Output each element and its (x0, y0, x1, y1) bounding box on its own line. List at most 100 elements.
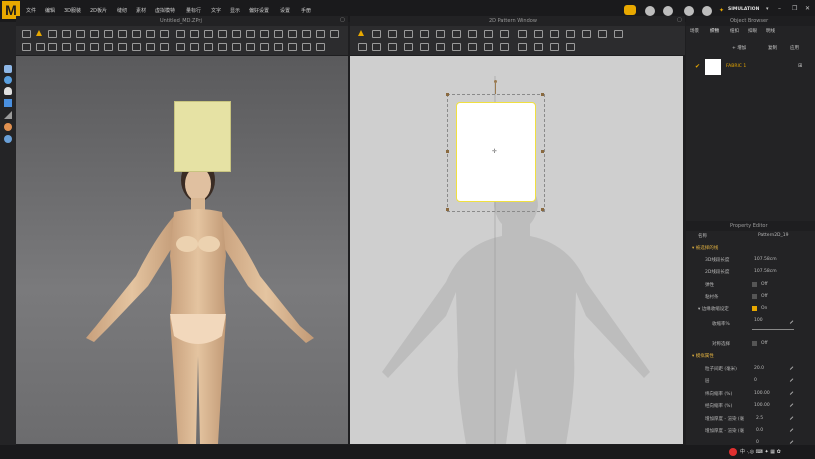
segment-sew-icon[interactable] (518, 30, 527, 38)
fold-2d-icon[interactable] (388, 43, 397, 51)
measure-icon[interactable] (246, 30, 255, 38)
freeze-icon[interactable] (204, 43, 213, 51)
garment-icon[interactable] (4, 65, 12, 73)
shrink-icon[interactable] (160, 43, 169, 51)
menu-edit[interactable]: 编辑 (45, 7, 55, 14)
zip-icon[interactable] (232, 30, 241, 38)
fold-arrange-icon[interactable] (104, 43, 113, 51)
graphic-icon[interactable] (614, 30, 623, 38)
trim-icon[interactable] (316, 43, 325, 51)
prop-edge-shrink-label[interactable]: ▾ 边缘收缩设定 (698, 306, 729, 312)
sync-icon[interactable] (4, 76, 12, 84)
edit-pen-icon[interactable] (789, 428, 797, 435)
edit-point-icon[interactable] (372, 30, 381, 38)
annotation-icon[interactable] (550, 43, 559, 51)
prop-thickness-value[interactable]: 2.5 (756, 416, 763, 421)
tab-button[interactable]: 纽扣 (730, 28, 739, 34)
tab-fabric[interactable]: 织物 (710, 28, 719, 34)
zipper-2d-icon[interactable] (452, 43, 461, 51)
fabric-options-icon[interactable]: ⊞ (798, 63, 802, 69)
edit-pen-icon[interactable] (789, 403, 797, 410)
add-point-icon[interactable] (404, 30, 413, 38)
edit-pen-icon[interactable] (789, 416, 797, 423)
prop-shrink-rate-value[interactable]: 100 (754, 318, 763, 323)
menu-file[interactable]: 文件 (26, 7, 36, 14)
transform-pattern-icon[interactable] (358, 30, 364, 36)
stretch-icon[interactable] (118, 43, 127, 51)
prop-warp-value[interactable]: 100.00 (754, 403, 770, 408)
free-sew-icon[interactable] (90, 43, 99, 51)
fold-icon[interactable] (62, 30, 71, 38)
texture-2d-icon[interactable] (598, 30, 607, 38)
elastic-icon[interactable] (468, 43, 477, 51)
speaker-icon[interactable] (645, 6, 655, 16)
button-tool-icon[interactable] (190, 30, 199, 38)
menu-display[interactable]: 显示 (230, 7, 240, 14)
menu-avatar[interactable]: 虚拟模特 (155, 7, 175, 14)
simulation-label[interactable]: SIMULATION (728, 7, 759, 12)
tab-buttonhole[interactable]: 扣眼 (748, 28, 757, 34)
restore-icon[interactable]: ❐ (792, 5, 797, 12)
hem-icon[interactable] (146, 43, 155, 51)
bbox-handle-ml[interactable] (446, 150, 449, 153)
menu-text[interactable]: 文字 (211, 7, 221, 14)
close-icon[interactable]: ✕ (805, 5, 810, 12)
chevron-down-icon[interactable]: ▾ (766, 6, 769, 12)
fabric-list-item[interactable]: ✔ FABRIC 1 ⊞ (686, 58, 815, 76)
cut-icon[interactable] (62, 43, 71, 51)
shrink-rate-slider[interactable] (752, 329, 794, 330)
line-icon[interactable] (160, 30, 169, 38)
symmetry-icon[interactable] (48, 43, 57, 51)
3d-viewport[interactable] (16, 56, 348, 444)
tape-icon[interactable] (218, 30, 227, 38)
grain-icon[interactable] (246, 43, 255, 51)
ruler-icon[interactable] (4, 111, 12, 119)
view-icon[interactable] (330, 30, 339, 38)
buttonhole-icon[interactable] (534, 43, 543, 51)
bbox-handle-br[interactable] (541, 208, 544, 211)
prop-particle-value[interactable]: 20.0 (754, 366, 764, 371)
body-icon[interactable] (4, 123, 12, 131)
seam-allowance-icon[interactable] (358, 43, 367, 51)
grading-2d-icon[interactable] (566, 43, 575, 51)
fitmap-icon[interactable] (260, 43, 269, 51)
section-selected-line[interactable]: ▾ 被选择的线 (692, 245, 718, 251)
tape-checkbox[interactable] (752, 294, 757, 299)
polygon-icon[interactable] (420, 30, 429, 38)
transform-icon[interactable] (48, 30, 57, 38)
select-icon[interactable] (22, 30, 31, 38)
seam-icon[interactable] (90, 30, 99, 38)
edit-pen-icon[interactable] (789, 366, 797, 373)
sync-3d-icon[interactable] (316, 30, 325, 38)
bbox-handle-mr[interactable] (541, 150, 544, 153)
menu-3d-garment[interactable]: 3D服装 (64, 7, 81, 14)
help-icon[interactable] (684, 6, 694, 16)
edit-pen-icon[interactable] (789, 391, 797, 398)
menu-preferences[interactable]: 偏好设置 (249, 7, 269, 14)
measure-2d-icon[interactable] (500, 43, 509, 51)
prop-layer-value[interactable]: 0 (754, 378, 757, 383)
pin-icon[interactable] (76, 30, 85, 38)
dot-icon[interactable] (218, 43, 227, 51)
curve-icon[interactable] (146, 30, 155, 38)
avatar-icon[interactable] (4, 87, 12, 95)
menu-sewing[interactable]: 缝纫 (117, 7, 127, 14)
layer-icon[interactable] (4, 99, 12, 107)
2d-viewport[interactable]: ✛ (350, 56, 683, 444)
free-sew-2d-icon[interactable] (534, 30, 543, 38)
camera-icon[interactable] (260, 30, 269, 38)
edit-pen-icon[interactable] (789, 320, 797, 327)
notch-icon[interactable] (372, 43, 381, 51)
tack-icon[interactable] (104, 30, 113, 38)
bbox-handle-tl[interactable] (446, 93, 449, 96)
ime-icon[interactable] (729, 448, 737, 456)
render-icon[interactable] (274, 30, 283, 38)
internal-polygon-icon[interactable] (468, 30, 477, 38)
move-icon[interactable] (36, 30, 42, 36)
dart-icon[interactable] (500, 30, 509, 38)
maximize-2d-icon[interactable]: ▢ (677, 17, 682, 23)
prop-weft-value[interactable]: 100.00 (754, 391, 770, 396)
menu-manual[interactable]: 手册 (301, 7, 311, 14)
sew-icon[interactable] (76, 43, 85, 51)
add-fabric-button[interactable]: + 增加 (732, 45, 746, 51)
